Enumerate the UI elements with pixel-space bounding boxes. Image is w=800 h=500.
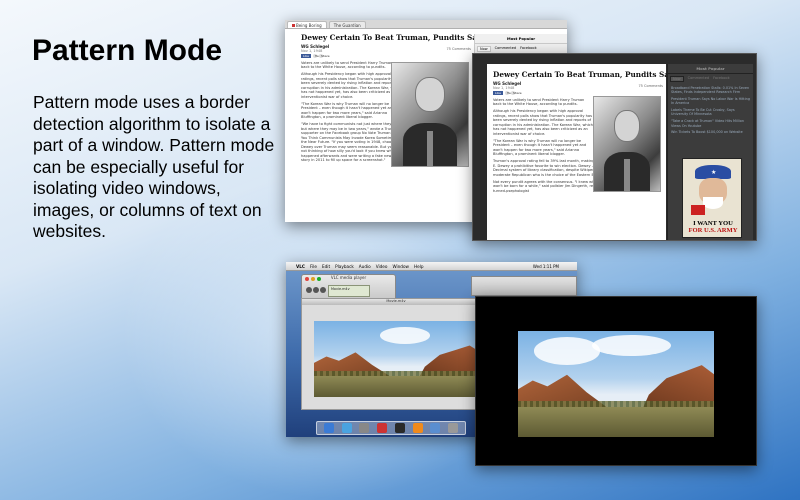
star-icon: ★ <box>711 169 717 176</box>
isolated-video-frame <box>518 331 714 437</box>
menu-edit[interactable]: Edit <box>322 264 330 269</box>
finder-icon[interactable] <box>323 423 334 433</box>
menu-file[interactable]: File <box>310 264 317 269</box>
comment-count[interactable]: 75 Comments <box>638 84 663 88</box>
close-icon[interactable] <box>305 277 309 281</box>
sidebar-link[interactable]: Labels Theme To Be Cut Crosby, Says Univ… <box>671 108 750 117</box>
menu-playback[interactable]: Playback <box>335 264 354 269</box>
article-paragraph: "We have to fight communists not just wh… <box>301 122 401 162</box>
video-window-titlebar[interactable]: Movie.m4v <box>302 299 490 305</box>
sidebar-tabs: Now Commented Facebook <box>668 74 753 84</box>
photo-face <box>414 77 446 113</box>
vlc-icon[interactable] <box>412 423 423 433</box>
uncle-sam-poster: ★ I WANT YOU FOR U.S. ARMY <box>682 158 742 238</box>
poster-line-2: FOR U.S. ARMY <box>688 227 738 234</box>
truman-photo <box>593 96 661 192</box>
zoom-icon[interactable] <box>317 277 321 281</box>
menu-audio[interactable]: Audio <box>359 264 371 269</box>
sidebar-tab-now[interactable]: Now <box>670 76 684 82</box>
browser-tab-1[interactable]: Being Boring <box>287 20 327 28</box>
browser-tab-2[interactable]: The Guardian <box>328 20 366 28</box>
sidebar-title: Most Popular <box>475 34 567 44</box>
sidebar-tab-facebook[interactable]: Facebook <box>713 76 729 82</box>
article-paragraph: Voters are unlikely to send President Ha… <box>301 60 393 70</box>
trash-icon[interactable] <box>448 423 459 433</box>
article-headline: Dewey Certain To Beat Truman, Pundits Sa… <box>301 33 482 42</box>
menu-help[interactable]: Help <box>414 264 424 269</box>
feature-description: Pattern mode uses a border detection alg… <box>33 92 275 241</box>
share-bar: Like Tweet Share <box>301 54 471 58</box>
cloud <box>380 327 431 344</box>
folder-icon[interactable] <box>430 423 441 433</box>
tweet-button[interactable]: Tweet <box>504 91 516 95</box>
tab-label: The Guardian <box>333 22 361 28</box>
page-title: Pattern Mode <box>32 34 223 67</box>
poster-beard <box>703 197 723 209</box>
calendar-icon[interactable] <box>377 423 388 433</box>
menu-video[interactable]: Video <box>376 264 388 269</box>
ground <box>314 375 480 397</box>
mail-icon[interactable] <box>359 423 370 433</box>
article-paragraph: Although his Presidency began with high … <box>301 72 401 99</box>
photo-tie <box>426 130 434 166</box>
window-controls <box>305 277 321 281</box>
like-button[interactable]: Like <box>493 91 503 95</box>
video-frame <box>314 321 480 397</box>
article-paragraph: "The Korean War is why Truman will no lo… <box>301 101 395 120</box>
like-button[interactable]: Like <box>301 54 311 58</box>
sidebar-link[interactable]: President Truman Says No Labor War Is Hi… <box>671 97 750 106</box>
sidebar-tab-facebook[interactable]: Facebook <box>520 46 536 52</box>
article-paragraph: Voters are unlikely to send President Ha… <box>493 97 585 107</box>
browser-window-pattern-result: Dewey Certain To Beat Truman, Pundits Sa… <box>472 53 757 241</box>
play-icon[interactable] <box>313 287 319 293</box>
truman-photo <box>391 62 469 167</box>
fast-forward-icon[interactable] <box>320 287 326 293</box>
vlc-video-window: Movie.m4v <box>301 298 491 410</box>
sidebar-tab-now[interactable]: Now <box>477 46 491 52</box>
ground <box>518 407 714 437</box>
sidebar-tab-commented[interactable]: Commented <box>495 46 517 52</box>
share-button[interactable]: Share <box>510 91 522 95</box>
poster-caption: I WANT YOU FOR U.S. ARMY <box>685 220 741 234</box>
article-paragraph: "The Korean War is why Truman will no lo… <box>493 138 587 157</box>
sidebar-title: Most Popular <box>668 64 753 74</box>
comment-count[interactable]: 75 Comments <box>446 47 471 51</box>
sidebar-tab-commented[interactable]: Commented <box>688 76 710 82</box>
safari-icon[interactable] <box>341 423 352 433</box>
rewind-icon[interactable] <box>306 287 312 293</box>
vlc-lcd-display: Movie.m4v <box>328 285 370 297</box>
mac-dock <box>316 421 466 435</box>
minimize-icon[interactable] <box>311 277 315 281</box>
cloud <box>533 337 601 365</box>
isolated-article-column: Dewey Certain To Beat Truman, Pundits Sa… <box>487 64 674 240</box>
share-button[interactable]: Share <box>318 54 330 58</box>
share-bar: Like Tweet Share <box>493 91 663 95</box>
photo-tie <box>624 159 630 191</box>
article-paragraph: Although his Presidency began with high … <box>493 109 593 136</box>
font-book-icon[interactable] <box>394 423 405 433</box>
background-window <box>471 276 577 296</box>
sidebar-link[interactable]: "Take a Crack at Truman" Video Hits Mill… <box>671 119 750 128</box>
browser-tab-bar: Being Boring The Guardian <box>285 20 567 29</box>
pattern-mode-video-result <box>475 296 757 466</box>
poster-hand <box>691 205 705 215</box>
menu-vlc[interactable]: VLC <box>296 264 305 269</box>
menu-window[interactable]: Window <box>392 264 409 269</box>
menu-clock: Wed 1:11 PM <box>532 263 559 269</box>
tweet-button[interactable]: Tweet <box>312 54 324 58</box>
poster-line-1: I WANT YOU <box>693 220 733 227</box>
mac-menu-bar: VLC File Edit Playback Audio Video Windo… <box>286 262 577 271</box>
sidebar-links: Broadband Penetration Stalls: 0.01% In S… <box>668 84 753 139</box>
favicon-icon <box>292 23 295 27</box>
sidebar-link[interactable]: Broadband Penetration Stalls: 0.01% In S… <box>671 86 750 95</box>
tab-label: Being Boring <box>296 22 322 28</box>
most-popular-sidebar-dimmed: Most Popular Now Commented Facebook Broa… <box>667 64 753 240</box>
photo-face <box>613 110 641 143</box>
sidebar-link[interactable]: Win Tickets To Boost $100,000 on Website <box>671 130 750 134</box>
article-headline: Dewey Certain To Beat Truman, Pundits Sa… <box>493 70 674 79</box>
